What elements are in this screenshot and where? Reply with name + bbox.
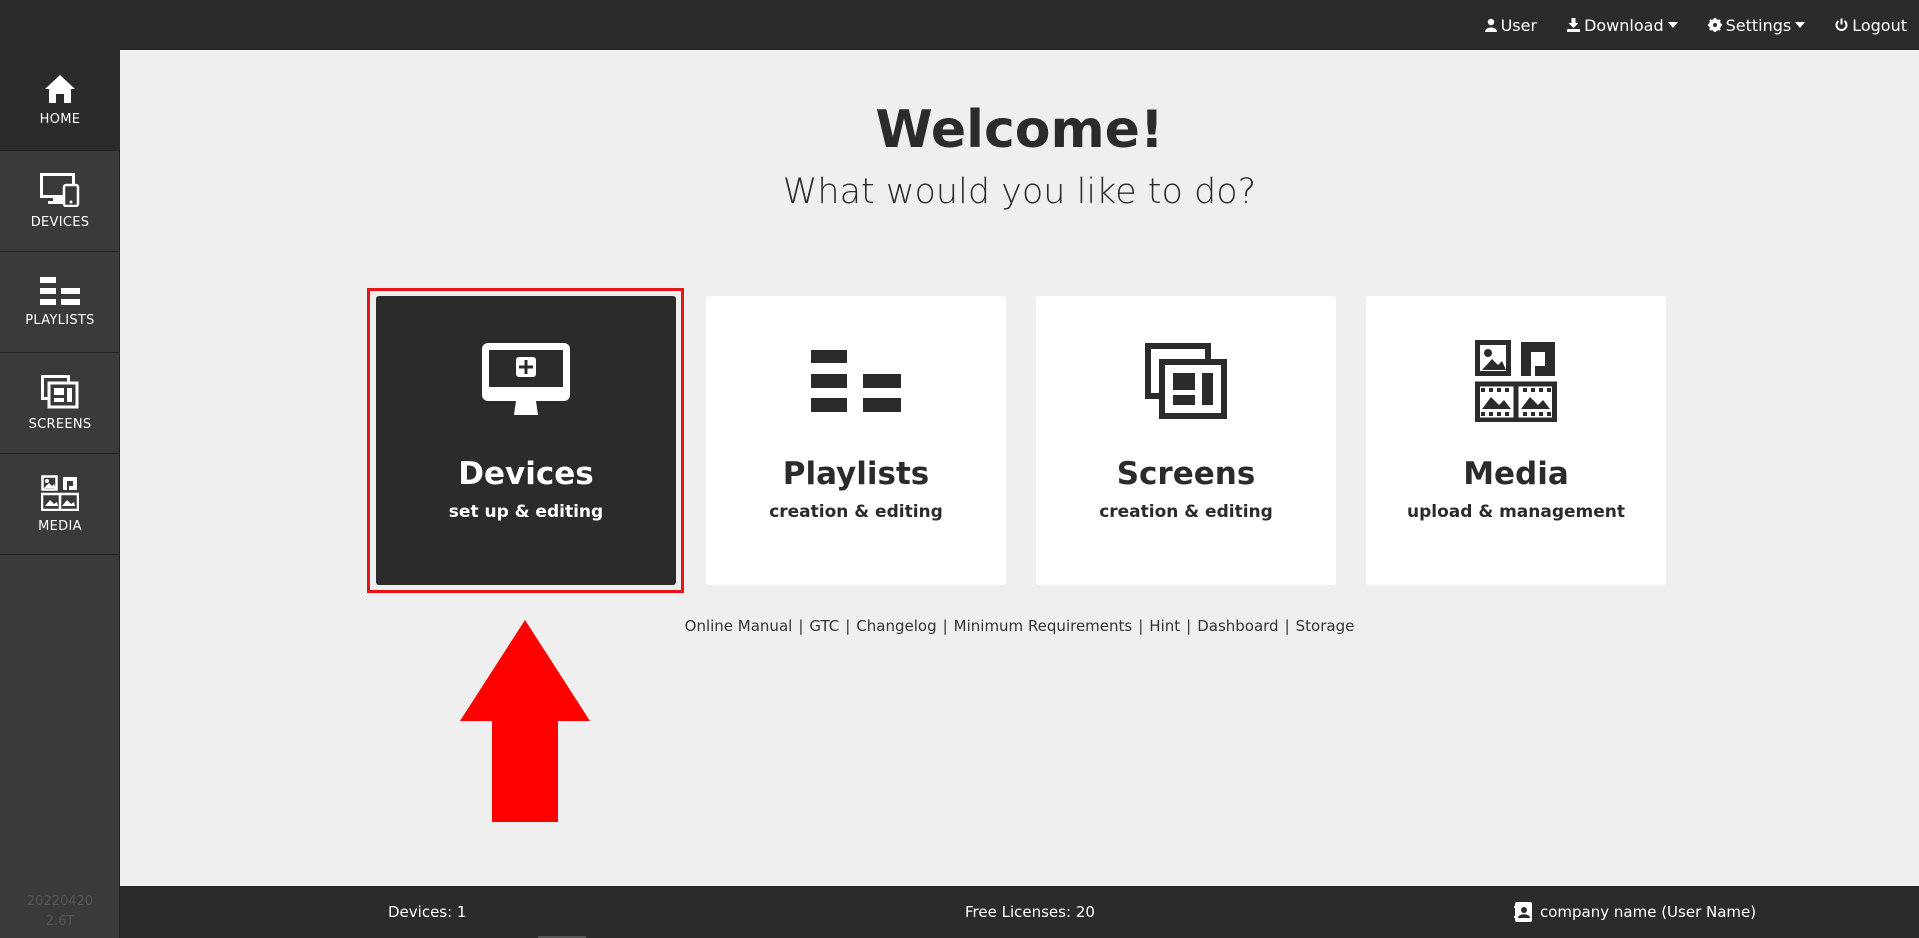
screens-icon — [41, 374, 79, 408]
top-nav: User Download Settings Logout — [1455, 0, 1907, 50]
tile-media[interactable]: Media upload & management — [1366, 296, 1666, 585]
tile-screens[interactable]: Screens creation & editing — [1036, 296, 1336, 585]
link-separator: | — [845, 617, 851, 635]
monitor-add-icon — [482, 343, 570, 415]
screens-icon — [1145, 343, 1227, 419]
tile-subtitle: set up & editing — [448, 502, 604, 522]
sidebar: HOME DEVICES PLAYLISTS SCREENS MEDIA 202… — [0, 50, 120, 938]
sidebar-item-label: HOME — [39, 111, 81, 127]
tile-subtitle: creation & editing — [1099, 502, 1273, 522]
chevron-down-icon — [1795, 22, 1806, 28]
tile-title: Playlists — [782, 456, 930, 492]
link-separator: | — [1186, 617, 1192, 635]
version-info: 20220420 2.6T — [0, 892, 120, 938]
link-gtc[interactable]: GTC — [809, 617, 839, 635]
download-label: Download — [1584, 15, 1664, 35]
tile-icon-wrap — [1145, 336, 1227, 426]
free-licenses: Free Licenses: 20 — [965, 903, 1095, 921]
tile-title: Devices — [458, 456, 594, 492]
user-icon — [1484, 18, 1497, 32]
contact-card-icon — [1514, 902, 1532, 922]
user-menu[interactable]: User — [1484, 15, 1538, 35]
tile-icon-wrap — [1475, 336, 1557, 426]
user-label: User — [1500, 15, 1538, 35]
account-info[interactable]: company name (User Name) — [1514, 886, 1756, 938]
logout-button[interactable]: Logout — [1835, 16, 1907, 35]
link-separator: | — [1138, 617, 1144, 635]
sidebar-item-label: PLAYLISTS — [25, 312, 95, 328]
sidebar-item-label: DEVICES — [30, 214, 90, 230]
playlists-icon — [811, 350, 901, 412]
link-changelog[interactable]: Changelog — [856, 617, 936, 635]
tile-icon-wrap — [482, 336, 570, 426]
download-menu[interactable]: Download — [1567, 16, 1678, 35]
sidebar-item-label: SCREENS — [28, 416, 92, 432]
link-hint[interactable]: Hint — [1149, 617, 1180, 635]
link-separator: | — [942, 617, 948, 635]
link-separator: | — [1284, 617, 1290, 635]
power-icon — [1835, 18, 1848, 31]
arrow-up-annotation — [460, 620, 590, 822]
playlists-icon — [40, 276, 80, 305]
page-subtitle: What would you like to do? — [782, 172, 1257, 212]
gear-icon — [1707, 18, 1722, 32]
tile-title: Media — [1463, 456, 1569, 492]
sidebar-item-screens[interactable]: SCREENS — [0, 353, 120, 454]
sidebar-item-devices[interactable]: DEVICES — [0, 151, 120, 252]
sidebar-item-playlists[interactable]: PLAYLISTS — [0, 252, 120, 353]
tile-devices[interactable]: Devices set up & editing — [376, 296, 676, 585]
home-icon — [45, 74, 75, 103]
link-minimum-requirements[interactable]: Minimum Requirements — [954, 617, 1133, 635]
status-bar: Devices: 1 Free Licenses: 20 company nam… — [120, 886, 1919, 938]
version-date: 20220420 — [26, 894, 94, 909]
media-icon — [1475, 340, 1557, 422]
sidebar-item-media[interactable]: MEDIA — [0, 454, 120, 555]
tile-playlists[interactable]: Playlists creation & editing — [706, 296, 1006, 585]
link-dashboard[interactable]: Dashboard — [1197, 617, 1278, 635]
tile-subtitle: creation & editing — [769, 502, 943, 522]
version-number: 2.6T — [45, 914, 75, 929]
top-bar: User Download Settings Logout — [0, 0, 1919, 50]
tile-icon-wrap — [811, 336, 901, 426]
tile-subtitle: upload & management — [1406, 502, 1625, 522]
logout-label: Logout — [1852, 15, 1907, 35]
media-icon — [41, 474, 79, 511]
download-icon — [1567, 18, 1581, 32]
link-storage[interactable]: Storage — [1296, 617, 1355, 635]
page-title: Welcome! — [875, 100, 1164, 160]
chevron-down-icon — [1667, 22, 1678, 28]
sidebar-item-home[interactable]: HOME — [0, 50, 120, 151]
link-separator: | — [798, 617, 804, 635]
footer-links: Online Manual | GTC | Changelog | Minimum Requ… — [120, 617, 1919, 635]
link-online-manual[interactable]: Online Manual — [685, 617, 793, 635]
settings-label: Settings — [1725, 15, 1792, 35]
sidebar-item-label: MEDIA — [38, 518, 82, 534]
settings-menu[interactable]: Settings — [1707, 15, 1806, 35]
devices-icon — [40, 172, 80, 207]
tile-title: Screens — [1116, 456, 1256, 492]
account-label: company name (User Name) — [1540, 903, 1757, 921]
devices-count: Devices: 1 — [388, 903, 467, 921]
